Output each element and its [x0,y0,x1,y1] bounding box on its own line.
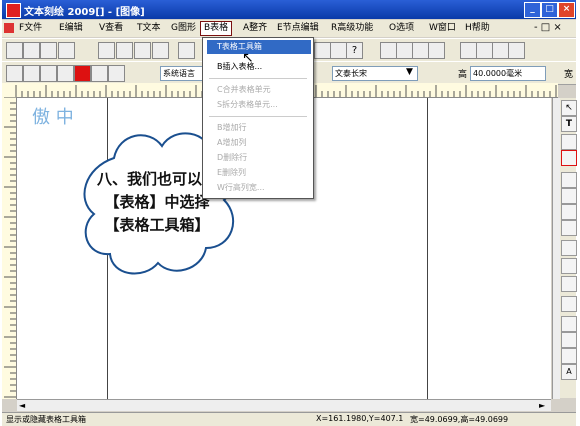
image-tool-icon[interactable] [561,204,577,220]
zoom-in-icon[interactable] [6,65,23,82]
rectangle-tool-icon[interactable] [561,150,577,166]
help-icon[interactable]: ? [346,42,363,59]
preview-icon[interactable] [314,42,331,59]
menu-help[interactable]: H帮助 [462,22,493,35]
menu-bar: F文件 E编辑 V查看 T文本 G图形 B表格 A整齐 E节点编辑 R高级功能 … [2,20,576,37]
doc-tool-icon[interactable] [561,348,577,364]
watermark: 傲 中 [32,107,74,128]
mouse-cursor-icon: ↖ [242,50,254,66]
tool-c-icon[interactable] [412,42,429,59]
tool-b-icon[interactable] [396,42,413,59]
height-field[interactable]: 40.0000毫米 [470,66,546,81]
maximize-button[interactable]: □ [541,2,558,18]
right-tool-palette: ↖ T A [560,98,577,398]
menu-text[interactable]: T文本 [134,22,164,35]
window-title: 文本刻绘 2009[] - [图像] [24,7,145,18]
vertical-ruler[interactable] [2,96,17,399]
height-label: 高 [458,70,468,80]
page-tool-icon[interactable] [561,332,577,348]
new-icon[interactable] [6,42,23,59]
menu-item-insert-table[interactable]: B插入表格... [207,60,311,74]
shape-tool-icon[interactable] [561,134,577,150]
paint-tool-icon[interactable] [561,188,577,204]
menu-graphics[interactable]: G图形 [168,22,199,35]
align-left-icon[interactable] [460,42,477,59]
page-boundary-right [427,98,428,399]
tool-a-icon[interactable] [380,42,397,59]
magnify-area-icon[interactable] [108,65,125,82]
menu-file[interactable]: F文件 [16,22,45,35]
menu-table[interactable]: B表格 [200,21,233,36]
menu-item-split-cells[interactable]: S拆分表格单元... [207,98,311,112]
magnify-icon[interactable] [91,65,108,82]
pen-tool-icon[interactable] [561,240,577,256]
width-label: 宽 [564,70,574,80]
status-bar: 显示或隐藏表格工具箱 X=161.1980,Y=407.1 宽=49.0699,… [2,412,576,426]
scroll-left-icon[interactable]: ◄ [19,401,25,410]
paste-icon[interactable] [134,42,151,59]
text-tool-icon[interactable]: T [561,116,577,132]
text-style-tool-icon[interactable]: A [561,364,577,380]
status-coords: X=161.1980,Y=407.1 [316,414,404,423]
clipboard-icon[interactable] [152,42,169,59]
vertical-scrollbar[interactable] [552,98,560,399]
align-right-icon[interactable] [492,42,509,59]
status-message: 显示或隐藏表格工具箱 [6,415,86,424]
table-menu-dropdown: T表格工具箱 B插入表格... C合并表格单元 S拆分表格单元... B增加行 … [202,37,314,199]
color-icon[interactable] [74,65,91,82]
menu-item-delete-row[interactable]: D删除行 [207,151,311,165]
layout-tool-icon[interactable] [561,296,577,312]
app-icon[interactable] [6,3,21,18]
menu-separator [209,116,307,117]
menu-item-add-row[interactable]: B增加行 [207,121,311,135]
menu-advanced[interactable]: R高级功能 [328,22,376,35]
menu-item-add-column[interactable]: A增加列 [207,136,311,150]
scroll-right-icon[interactable]: ► [539,401,545,410]
menu-edit[interactable]: E编辑 [56,22,86,35]
menu-item-delete-column[interactable]: E删除列 [207,166,311,180]
eyedropper-tool-icon[interactable] [561,258,577,274]
title-bar: 文本刻绘 2009[] - [图像] _ □ × [2,0,576,19]
menu-item-row-height[interactable]: W行高列宽... [207,181,311,195]
print-icon[interactable] [58,42,75,59]
undo-icon[interactable] [178,42,195,59]
save-icon[interactable] [40,42,57,59]
menu-options[interactable]: O选项 [386,22,417,35]
app-window: 文本刻绘 2009[] - [图像] _ □ × F文件 E编辑 V查看 T文本… [2,0,577,426]
open-icon[interactable] [23,42,40,59]
horizontal-scrollbar[interactable]: ◄ ► [17,399,551,411]
menu-item-merge-cells[interactable]: C合并表格单元 [207,83,311,97]
move-icon[interactable] [57,65,74,82]
node-tool-icon[interactable] [561,276,577,292]
fit-icon[interactable] [40,65,57,82]
zoom-out-icon[interactable] [23,65,40,82]
doc-icon [4,23,14,33]
language-select[interactable]: 系统语言 [160,66,204,81]
fill-tool-icon[interactable] [561,172,577,188]
zoom-icon[interactable] [330,42,347,59]
chevron-down-icon[interactable]: ▼ [406,67,413,77]
menu-item-table-toolbox[interactable]: T表格工具箱 [207,40,311,54]
table-tool-icon[interactable] [561,220,577,236]
menu-separator [209,78,307,79]
list-tool-icon[interactable] [561,316,577,332]
menu-window[interactable]: W窗口 [426,22,459,35]
copy-icon[interactable] [116,42,133,59]
menu-align[interactable]: A整齐 [240,22,270,35]
menu-view[interactable]: V查看 [96,22,126,35]
align-center-icon[interactable] [476,42,493,59]
cut-icon[interactable] [98,42,115,59]
mdi-controls[interactable]: - □ × [534,22,562,33]
tool-d-icon[interactable] [428,42,445,59]
minimize-button[interactable]: _ [524,2,541,18]
ruler-ticks-vertical [4,96,16,398]
select-arrow-icon[interactable]: ↖ [561,100,577,116]
status-size: 宽=49.0699,高=49.0699 [410,415,509,424]
close-button[interactable]: × [558,2,575,18]
menu-node-edit[interactable]: E节点编辑 [274,22,322,35]
justify-icon[interactable] [508,42,525,59]
